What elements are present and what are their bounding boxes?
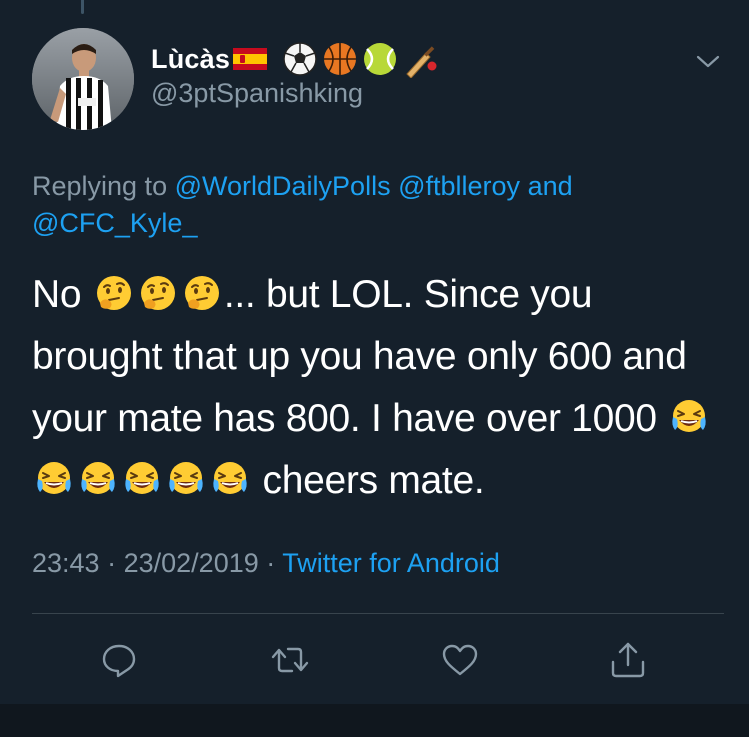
tennis-ball-icon <box>364 43 397 75</box>
bottom-bar <box>0 704 749 737</box>
like-icon <box>442 644 478 676</box>
spain-flag-icon <box>233 48 268 70</box>
tears-of-joy-emoji-icon <box>34 459 74 499</box>
tears-of-joy-emoji-icon <box>210 459 250 499</box>
thinking-face-emoji-icon <box>182 273 222 313</box>
meta-separator: · <box>266 548 276 578</box>
tweet-text-part: cheers mate. <box>262 459 485 502</box>
thinking-face-emoji-icon <box>138 273 178 313</box>
thinking-emoji-group <box>92 273 224 316</box>
mention-link[interactable]: @WorldDailyPolls <box>175 171 391 201</box>
reply-context: Replying to @WorldDailyPolls @ftblleroy … <box>32 168 712 242</box>
name-row: Lùcàs <box>151 38 439 80</box>
reply-button[interactable] <box>99 640 139 680</box>
chevron-down-icon <box>696 55 720 68</box>
action-bar <box>0 640 749 680</box>
name-emoji-row <box>281 40 439 78</box>
retweet-icon <box>271 647 309 673</box>
share-button[interactable] <box>608 640 648 680</box>
tears-of-joy-emoji-icon <box>122 459 162 499</box>
mention-link[interactable]: @CFC_Kyle_ <box>32 208 197 238</box>
soccer-ball-icon <box>283 42 317 76</box>
tweet-meta: 23:43 · 23/02/2019 · Twitter for Android <box>32 548 500 579</box>
tears-of-joy-emoji-icon <box>78 459 118 499</box>
avatar[interactable] <box>32 28 134 130</box>
share-icon <box>611 642 645 678</box>
divider <box>32 613 724 614</box>
reply-icon <box>102 644 136 678</box>
tweet-text-part: No <box>32 273 82 316</box>
retweet-button[interactable] <box>270 640 310 680</box>
tweet-source-link[interactable]: Twitter for Android <box>282 548 500 578</box>
thinking-face-emoji-icon <box>94 273 134 313</box>
tears-of-joy-emoji-icon <box>166 459 206 499</box>
cricket-bat-icon <box>406 46 437 78</box>
meta-separator: · <box>107 548 117 578</box>
reply-and-label[interactable]: and <box>528 171 573 201</box>
thread-connector-line <box>81 0 84 14</box>
tweet-text: No ... but LOL. Since you brought that u… <box>32 264 722 512</box>
tweet-date: 23/02/2019 <box>123 548 259 578</box>
like-button[interactable] <box>440 640 480 680</box>
replying-to-label: Replying to <box>32 171 168 201</box>
user-info[interactable]: Lùcàs @3ptSpanishking <box>151 38 439 109</box>
user-handle[interactable]: @3ptSpanishking <box>151 78 439 109</box>
avatar-image <box>32 28 134 130</box>
basketball-icon <box>324 43 357 75</box>
tears-of-joy-emoji-icon <box>669 397 709 437</box>
more-options-button[interactable] <box>695 52 721 72</box>
mention-link[interactable]: @ftblleroy <box>398 171 520 201</box>
display-name[interactable]: Lùcàs <box>151 44 230 75</box>
tweet-time: 23:43 <box>32 548 100 578</box>
